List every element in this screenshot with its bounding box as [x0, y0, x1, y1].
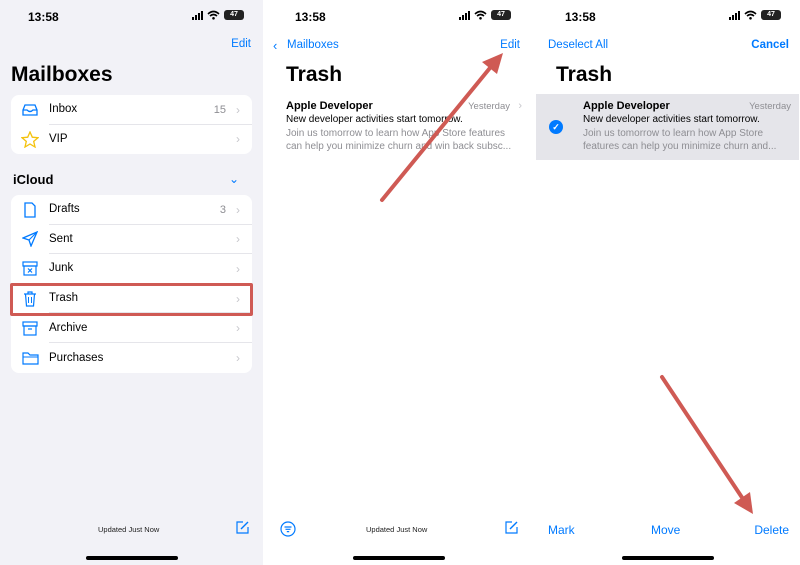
mail-subject: New developer activities start tomorrow. — [583, 114, 760, 125]
back-chevron-icon[interactable]: ‹ — [273, 38, 277, 53]
favorites-group: Inbox 15 › VIP › — [11, 95, 252, 155]
status-icons: 47 — [729, 10, 781, 20]
compose-icon[interactable] — [235, 520, 250, 535]
page-title: Trash — [556, 63, 613, 86]
star-icon — [11, 130, 49, 148]
cellular-signal-icon — [459, 10, 470, 20]
trash-edit-screen: 13:58 47 Deselect All Cancel Trash ✓ App… — [536, 0, 800, 565]
update-status: Updated Just Now — [98, 525, 160, 534]
draft-count: 3 — [219, 203, 226, 216]
battery-icon: 47 — [761, 10, 781, 20]
home-indicator — [86, 556, 178, 560]
status-bar: 13:58 47 — [0, 8, 263, 24]
mailbox-label: Purchases — [49, 351, 104, 364]
mail-subject: New developer activities start tomorrow. — [286, 114, 463, 125]
status-bar: 13:58 47 — [265, 8, 534, 24]
mail-preview-line: Join us tomorrow to learn how App Store … — [286, 128, 506, 139]
status-icons: 47 — [459, 10, 511, 20]
mail-sender: Apple Developer — [286, 100, 373, 112]
mailbox-row-vip[interactable]: VIP › — [11, 125, 252, 155]
deselect-all-button[interactable]: Deselect All — [548, 39, 608, 51]
mailbox-label: Sent — [49, 225, 252, 255]
mail-preview-line: can help you minimize churn and win back… — [286, 141, 512, 152]
home-indicator — [353, 556, 445, 560]
chevron-right-icon: › — [236, 132, 240, 147]
status-time: 13:58 — [565, 10, 596, 24]
paper-plane-icon — [11, 231, 49, 248]
home-indicator — [622, 556, 714, 560]
mailbox-row-inbox[interactable]: Inbox 15 › — [11, 95, 252, 125]
cancel-button[interactable]: Cancel — [751, 39, 789, 51]
mail-preview: Join us tomorrow to learn how App Store … — [583, 127, 776, 153]
unread-count: 15 — [213, 103, 226, 116]
mailbox-label: Archive — [49, 313, 252, 343]
status-time: 13:58 — [295, 10, 326, 24]
trash-highlight-box — [10, 283, 253, 316]
chevron-right-icon: › — [518, 100, 522, 112]
checkmark-icon[interactable]: ✓ — [549, 120, 563, 134]
inbox-tray-icon — [11, 103, 49, 117]
status-time: 13:58 — [28, 10, 59, 24]
mailbox-row-archive[interactable]: Archive › — [11, 313, 252, 343]
page-title: Mailboxes — [11, 63, 113, 86]
chevron-down-icon[interactable]: ⌄ — [229, 172, 239, 186]
back-button[interactable]: Mailboxes — [287, 39, 339, 51]
mailbox-row-purchases[interactable]: Purchases › — [11, 343, 252, 373]
compose-icon[interactable] — [504, 520, 519, 535]
status-icons: 47 — [192, 10, 244, 20]
chevron-right-icon: › — [236, 102, 240, 117]
mail-list-item[interactable]: Apple Developer Yesterday New developer … — [583, 100, 791, 160]
move-button[interactable]: Move — [651, 523, 680, 537]
delete-button[interactable]: Delete — [754, 523, 789, 537]
folder-icon — [11, 351, 49, 365]
chevron-right-icon: › — [236, 261, 240, 276]
mailboxes-screen: 13:58 47 Edit Mailboxes Inbox 15 › VIP ›… — [0, 0, 263, 565]
mail-sender: Apple Developer — [583, 100, 670, 112]
mailbox-label: Junk — [49, 254, 252, 284]
update-status: Updated Just Now — [366, 525, 428, 534]
mail-preview-line: features can help you minimize churn and… — [583, 141, 777, 152]
wifi-icon — [474, 10, 487, 20]
chevron-right-icon: › — [236, 202, 240, 217]
trash-screen: 13:58 47 ‹ Mailboxes Edit Trash Apple De… — [265, 0, 534, 565]
mail-list-item[interactable]: Apple Developer Yesterday › New develope… — [286, 100, 524, 160]
mail-preview: Join us tomorrow to learn how App Store … — [286, 127, 511, 153]
page-title: Trash — [286, 63, 343, 86]
cellular-signal-icon — [192, 10, 203, 20]
battery-icon: 47 — [224, 10, 244, 20]
mark-button[interactable]: Mark — [548, 523, 575, 537]
chevron-right-icon: › — [236, 232, 240, 247]
wifi-icon — [744, 10, 757, 20]
status-bar: 13:58 47 — [536, 8, 800, 24]
chevron-right-icon: › — [236, 321, 240, 336]
edit-button[interactable]: Edit — [500, 39, 520, 51]
junk-box-icon — [11, 261, 49, 277]
archive-box-icon — [11, 321, 49, 336]
battery-icon: 47 — [491, 10, 511, 20]
cellular-signal-icon — [729, 10, 740, 20]
mail-preview-line: Join us tomorrow to learn how App Store — [583, 128, 764, 139]
mailbox-label: VIP — [49, 133, 68, 146]
chevron-right-icon: › — [236, 350, 240, 365]
mailbox-row-junk[interactable]: Junk › — [11, 254, 252, 284]
document-icon — [11, 202, 49, 218]
mailbox-row-sent[interactable]: Sent › — [11, 225, 252, 255]
section-title-icloud: iCloud — [13, 172, 54, 187]
mail-date: Yesterday — [468, 101, 510, 112]
mail-date: Yesterday — [749, 101, 791, 112]
filter-icon[interactable] — [280, 521, 296, 537]
edit-button[interactable]: Edit — [231, 38, 251, 50]
wifi-icon — [207, 10, 220, 20]
mailbox-row-drafts[interactable]: Drafts 3 › — [11, 195, 252, 225]
